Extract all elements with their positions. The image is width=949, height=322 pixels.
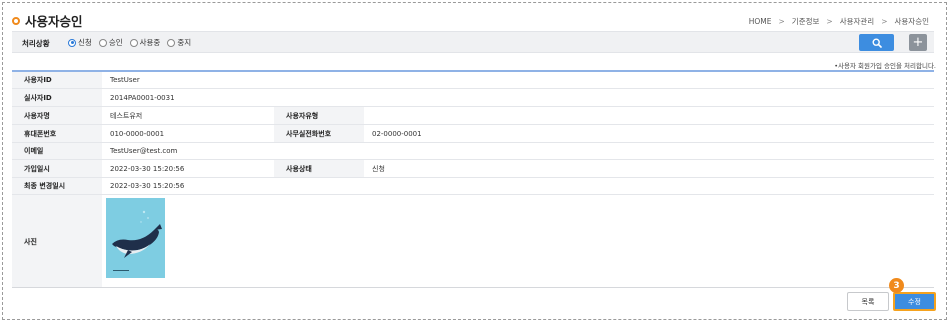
info-note: •사용자 회원가입 승인을 처리합니다. <box>834 62 936 70</box>
value-user-name: 테스트유저 <box>110 111 143 120</box>
radio-button[interactable] <box>68 38 76 47</box>
value-email: TestUser@test.com <box>110 147 178 155</box>
label-user-id: 사용자ID <box>12 72 102 88</box>
label-photo: 사진 <box>12 195 102 288</box>
value-status: 신청 <box>372 164 385 173</box>
value-office-phone: 02-0000-0001 <box>372 129 422 138</box>
label-user-name: 사용자명 <box>12 107 102 124</box>
table-row: 사용자명 테스트유저 사용자유형 <box>12 107 934 125</box>
radio-label: 중지 <box>177 38 192 47</box>
chevron-right-icon: > <box>881 17 888 26</box>
divider <box>12 287 934 288</box>
add-button[interactable]: + <box>909 34 927 51</box>
chevron-right-icon: > <box>778 17 785 26</box>
label-office-phone: 사무실전화번호 <box>274 125 364 142</box>
search-icon <box>871 37 882 48</box>
table-row: 휴대폰번호 010-0000-0001 사무실전화번호 02-0000-0001 <box>12 125 934 143</box>
value-last-modified: 2022-03-30 15:20:56 <box>110 182 185 190</box>
radio-option-stopped[interactable]: 중지 <box>167 37 191 48</box>
value-join-date: 2022-03-30 15:20:56 <box>110 164 185 173</box>
list-button[interactable]: 목록 <box>847 292 889 311</box>
user-photo <box>106 198 165 278</box>
table-row: 사용자ID TestUser <box>12 72 934 89</box>
page-header: 사용자승인 <box>12 11 83 30</box>
breadcrumb-item[interactable]: 기준정보 <box>792 16 820 27</box>
label-user-type: 사용자유형 <box>274 107 364 124</box>
radio-option-apply[interactable]: 신청 <box>68 37 92 48</box>
filter-bar: 처리상황 신청 승인 사용중 중지 + <box>12 31 934 53</box>
title-bullet-icon <box>12 16 20 25</box>
page-title: 사용자승인 <box>25 14 83 29</box>
breadcrumb-current: 사용자승인 <box>894 17 930 26</box>
edit-button[interactable]: 수정 <box>893 292 936 311</box>
table-row: 실사자ID 2014PA0001-0031 <box>12 89 934 107</box>
label-email: 이메일 <box>12 143 102 159</box>
radio-option-in-use[interactable]: 사용중 <box>129 37 161 48</box>
value-real-id: 2014PA0001-0031 <box>110 93 175 102</box>
filter-label: 처리상황 <box>22 39 50 48</box>
table-row: 최종 변경일시 2022-03-30 15:20:56 <box>12 178 934 195</box>
radio-button[interactable] <box>98 38 107 47</box>
breadcrumb-home[interactable]: HOME <box>749 17 772 26</box>
radio-label: 사용중 <box>139 38 161 47</box>
label-join-date: 가입일시 <box>12 160 102 177</box>
label-mobile: 휴대폰번호 <box>12 125 102 142</box>
breadcrumb: HOME > 기준정보 > 사용자관리 > 사용자승인 <box>749 16 929 27</box>
radio-button[interactable] <box>129 38 138 47</box>
value-mobile: 010-0000-0001 <box>110 129 165 138</box>
table-row: 가입일시 2022-03-30 15:20:56 사용상태 신청 <box>12 160 934 178</box>
table-row: 이메일 TestUser@test.com <box>12 143 934 160</box>
label-real-id: 실사자ID <box>12 89 102 106</box>
radio-label: 승인 <box>108 38 123 47</box>
radio-button[interactable] <box>167 38 176 47</box>
radio-label: 신청 <box>78 38 92 47</box>
chevron-right-icon: > <box>826 17 833 26</box>
label-status: 사용상태 <box>274 160 364 177</box>
value-user-type <box>364 107 372 124</box>
whale-image <box>106 198 165 278</box>
search-button[interactable] <box>859 34 894 51</box>
status-radio-group: 신청 승인 사용중 중지 <box>68 37 198 48</box>
plus-icon: + <box>912 35 924 50</box>
breadcrumb-item[interactable]: 사용자관리 <box>840 16 875 27</box>
step-badge: 3 <box>889 278 904 293</box>
value-user-id: TestUser <box>110 76 140 84</box>
label-last-modified: 최종 변경일시 <box>12 178 102 194</box>
radio-option-approved[interactable]: 승인 <box>98 37 123 48</box>
